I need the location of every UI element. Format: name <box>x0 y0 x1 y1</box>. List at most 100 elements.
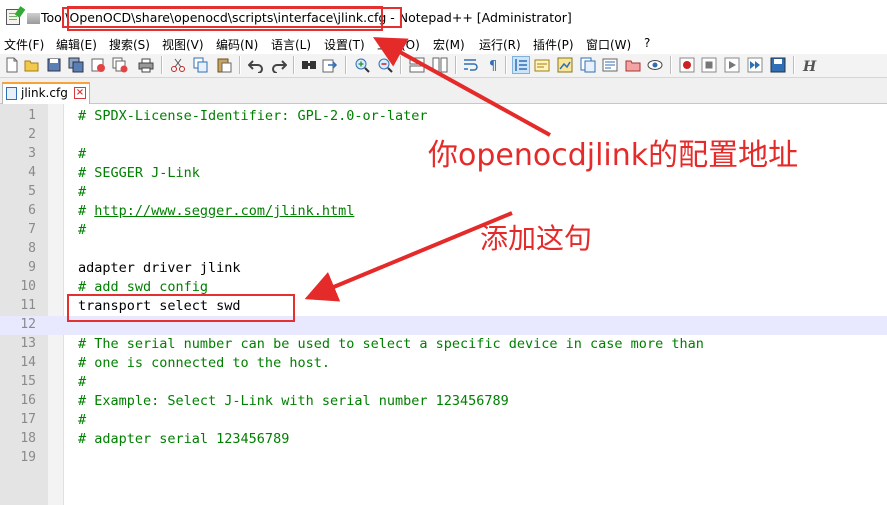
toolbar-separator <box>455 56 457 74</box>
close-icon[interactable] <box>90 57 106 73</box>
code-line[interactable]: 19 <box>0 449 887 468</box>
redo-icon[interactable] <box>271 57 287 73</box>
menu-bar: 文件(F) 编辑(E) 搜索(S) 视图(V) 编码(N) 语言(L) 设置(T… <box>0 34 887 54</box>
toolbar-separator <box>793 56 795 74</box>
folder-as-workspace-icon[interactable] <box>625 57 641 73</box>
svg-text:H: H <box>802 59 817 73</box>
paste-icon[interactable] <box>216 57 232 73</box>
tab-jlink-cfg[interactable]: jlink.cfg × <box>2 82 90 104</box>
notepadpp-window: Tool\OpenOCD\share\openocd\scripts\inter… <box>0 0 887 505</box>
line-text-content: # <box>78 222 87 238</box>
segger-url-link[interactable]: http://www.segger.com/jlink.html <box>94 203 354 219</box>
line-text-content: # <box>78 146 87 162</box>
spell-check-icon[interactable]: H <box>801 57 817 73</box>
replace-icon[interactable] <box>322 57 338 73</box>
save-all-icon[interactable] <box>68 57 84 73</box>
folder-workspace-icon[interactable] <box>602 57 618 73</box>
code-line[interactable]: 9 adapter driver jlink <box>0 259 887 278</box>
monitoring-icon[interactable] <box>647 57 663 73</box>
menu-search[interactable]: 搜索(S) <box>109 36 150 53</box>
open-file-icon[interactable] <box>24 57 40 73</box>
line-text-content: # <box>78 374 87 390</box>
code-line[interactable]: 8 <box>0 240 887 259</box>
menu-settings[interactable]: 设置(T) <box>324 36 365 53</box>
line-text-content: adapter driver jlink <box>78 260 241 276</box>
indent-guide-icon[interactable] <box>512 56 530 74</box>
sync-horizontal-icon[interactable] <box>432 57 448 73</box>
menu-encoding[interactable]: 编码(N) <box>216 36 258 53</box>
code-line[interactable]: 17 # <box>0 411 887 430</box>
tab-close-icon[interactable]: × <box>74 87 86 99</box>
line-text: # SPDX-License-Identifier: GPL-2.0-or-la… <box>78 108 428 124</box>
line-text: # SEGGER J-Link <box>78 165 200 181</box>
menu-plugins[interactable]: 插件(P) <box>533 36 574 53</box>
line-text: # <box>78 184 86 200</box>
line-text: # <box>78 374 86 390</box>
line-number: 12 <box>20 317 36 332</box>
menu-edit[interactable]: 编辑(E) <box>56 36 97 53</box>
menu-run[interactable]: 运行(R) <box>479 36 521 53</box>
line-text-content: # Example: Select J-Link with serial num… <box>78 393 509 409</box>
find-icon[interactable] <box>301 57 317 73</box>
line-number: 1 <box>28 108 36 123</box>
menu-language[interactable]: 语言(L) <box>271 36 311 53</box>
new-file-icon[interactable] <box>4 57 20 73</box>
toolbar: ¶ H <box>0 54 887 78</box>
line-text: # Example: Select J-Link with serial num… <box>78 393 509 409</box>
line-text: # <box>78 412 86 428</box>
code-line[interactable]: 18 # adapter serial 123456789 <box>0 430 887 449</box>
word-wrap-icon[interactable] <box>463 57 479 73</box>
sync-vertical-icon[interactable] <box>409 57 425 73</box>
zoom-in-icon[interactable] <box>354 57 370 73</box>
zoom-out-icon[interactable] <box>377 57 393 73</box>
toolbar-separator <box>670 56 672 74</box>
cut-icon[interactable] <box>170 57 186 73</box>
code-line[interactable]: 6 # http://www.segger.com/jlink.html <box>0 202 887 221</box>
print-icon[interactable] <box>138 57 154 73</box>
line-number: 2 <box>28 127 36 142</box>
line-text-content: # adapter serial 123456789 <box>78 431 290 447</box>
code-line[interactable]: 1 # SPDX-License-Identifier: GPL-2.0-or-l… <box>0 107 887 126</box>
close-all-icon[interactable] <box>112 57 128 73</box>
code-line[interactable]: 15 # <box>0 373 887 392</box>
menu-help[interactable]: ? <box>644 36 650 50</box>
menu-view[interactable]: 视图(V) <box>162 36 204 53</box>
toolbar-separator <box>505 56 507 74</box>
function-list-icon[interactable] <box>580 57 596 73</box>
play-macro-icon[interactable] <box>724 57 740 73</box>
code-line[interactable]: 13 # The serial number can be used to sel… <box>0 335 887 354</box>
line-text-content: # <box>78 412 87 428</box>
undo-icon[interactable] <box>248 57 264 73</box>
title-app-name: Notepad++ [Administrator] <box>398 10 572 25</box>
doc-map-icon[interactable] <box>557 57 573 73</box>
save-macro-icon[interactable] <box>770 57 786 73</box>
title-prefix: Tool <box>41 10 66 25</box>
show-all-chars-icon[interactable]: ¶ <box>486 57 502 73</box>
code-line[interactable]: 16 # Example: Select J-Link with serial n… <box>0 392 887 411</box>
menu-tools[interactable]: 工具(O) <box>377 36 420 53</box>
line-text-content: # The serial number can be used to selec… <box>78 336 704 352</box>
code-line[interactable]: 14 # one is connected to the host. <box>0 354 887 373</box>
line-number: 6 <box>28 203 36 218</box>
code-line[interactable]: 5 # <box>0 183 887 202</box>
menu-file[interactable]: 文件(F) <box>4 36 44 53</box>
line-number: 4 <box>28 165 36 180</box>
save-icon[interactable] <box>46 57 62 73</box>
user-lang-icon[interactable] <box>534 57 550 73</box>
record-macro-icon[interactable] <box>679 57 695 73</box>
notepadpp-app-icon <box>6 9 20 25</box>
toolbar-separator <box>345 56 347 74</box>
copy-icon[interactable] <box>193 57 209 73</box>
path-annotation: 你openocdjlink的配置地址 <box>428 138 799 173</box>
stop-record-icon[interactable] <box>701 57 717 73</box>
toolbar-separator <box>293 56 295 74</box>
code-line[interactable]: 7 # <box>0 221 887 240</box>
line-text-content: # one is connected to the host. <box>78 355 330 371</box>
run-macro-multiple-icon[interactable] <box>747 57 763 73</box>
svg-text:¶: ¶ <box>489 59 497 73</box>
line-text: adapter driver jlink <box>78 260 241 276</box>
line-text-content: # <box>78 184 87 200</box>
tab-label: jlink.cfg <box>21 86 68 100</box>
menu-macro[interactable]: 宏(M) <box>433 36 465 53</box>
menu-window[interactable]: 窗口(W) <box>586 36 631 53</box>
